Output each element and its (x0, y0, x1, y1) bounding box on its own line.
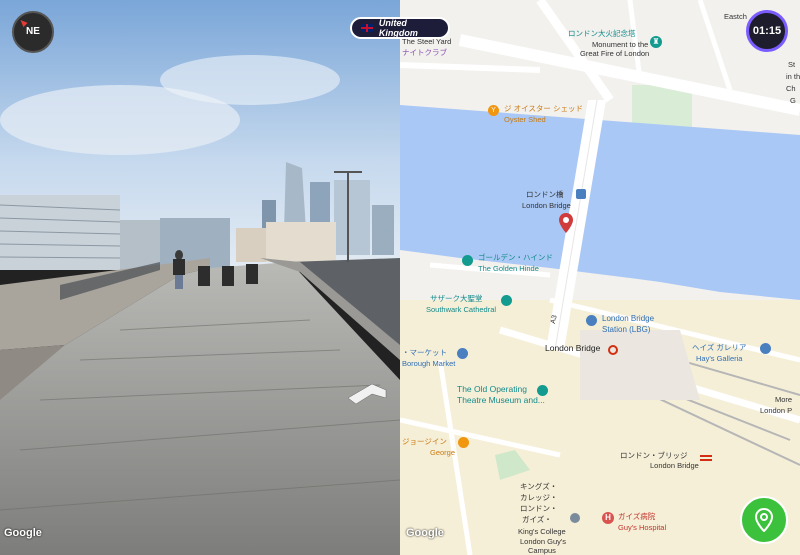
shopping-icon[interactable] (760, 343, 771, 354)
country-badge: United Kingdom (350, 17, 450, 39)
map-label-right-2: in th (786, 72, 800, 81)
map-label-bridge: London Bridge (522, 201, 571, 210)
map-label-more-1: More (775, 395, 793, 404)
map-label-tube: London Bridge (545, 343, 601, 353)
map-label-kings-jp-1: キングズ・ (520, 482, 558, 491)
map-label-station-1: London Bridge (602, 314, 655, 323)
map-label-more-2: London P (760, 406, 793, 415)
map-label-eastcheap: Eastch (724, 12, 747, 21)
map-label-oyster: Oyster Shed (504, 115, 546, 124)
map-label-hinde-jp: ゴールデン・ハインド (478, 253, 553, 262)
map-label-lbridge: London Bridge (650, 461, 699, 470)
map-label-kings-1: King's College (518, 527, 566, 536)
bar-2-icon[interactable] (458, 437, 469, 448)
compass[interactable]: NE (12, 11, 54, 53)
cathedral-icon[interactable] (501, 295, 512, 306)
uk-flag-icon (361, 24, 373, 32)
map-label-guys: Guy's Hospital (618, 523, 667, 532)
map-label-right-4: G (790, 96, 796, 105)
map-label-a3: A3 (549, 314, 559, 325)
map-tiles (400, 0, 800, 555)
google-logo: Google (4, 527, 42, 539)
map-label-george: George (430, 448, 456, 457)
map-label-kings-jp-4: ガイズ・ (522, 515, 552, 524)
map-label-right-1: St (788, 60, 796, 69)
map-label-operating-2: Theatre Museum and... (457, 395, 545, 405)
underground-icon[interactable] (608, 345, 618, 355)
map-label-guys-jp: ガイズ病院 (618, 512, 656, 521)
map-pin-icon (755, 508, 773, 532)
map-label-market: Borough Market (402, 359, 456, 368)
map-label-galleria-jp: ヘイズ ガレリア (692, 343, 747, 352)
map-label-right-3: Ch (786, 84, 796, 93)
location-pin-icon[interactable] (559, 213, 573, 233)
rail-icon[interactable] (700, 455, 712, 461)
country-name: United Kingdom (378, 18, 418, 38)
map-label-operating-1: The Old Operating (457, 384, 527, 394)
timer-value: 01:15 (752, 25, 782, 37)
map-label-kings-jp-2: カレッジ・ (520, 493, 558, 502)
bridge-landmark-icon[interactable] (576, 189, 586, 199)
map-label-bridge-jp: ロンドン橋 (526, 190, 564, 199)
guess-button[interactable] (740, 496, 788, 544)
map-label-kings-jp-3: ロンドン・ (520, 504, 558, 513)
map-label-market-jp: ・マーケット (402, 348, 447, 357)
map-google-logo: Google (406, 527, 444, 539)
museum-icon[interactable] (462, 255, 473, 266)
map-label-steel-yard-jp: ナイトクラブ (402, 48, 447, 57)
map-label-lbridge-jp: ロンドン・ブリッジ (620, 451, 688, 460)
map-label-hinde: The Golden Hinde (478, 264, 539, 273)
museum-2-icon[interactable] (537, 385, 548, 396)
compass-heading: NE (26, 26, 40, 37)
map-label-monument: Monument to the (592, 40, 649, 49)
street-view-panorama[interactable]: Google (0, 0, 400, 555)
guess-map[interactable]: The Steel Yard ナイトクラブ ロンドン大火記念塔 Monument… (400, 0, 800, 555)
map-label-monument-jp: ロンドン大火記念塔 (568, 29, 636, 38)
map-label-cathedral: Southwark Cathedral (426, 305, 497, 314)
market-icon[interactable] (457, 348, 468, 359)
map-label-galleria: Hay's Galleria (696, 354, 743, 363)
map-label-kings-2: London Guy's (520, 537, 567, 546)
map-label-george-jp: ジョージイン (402, 437, 447, 446)
round-timer: 01:15 (746, 10, 788, 52)
map-label-monument-2: Great Fire of London (580, 49, 650, 58)
school-icon[interactable] (570, 513, 580, 523)
hospital-icon[interactable]: H (602, 512, 614, 524)
map-label-oyster-jp: ジ オイスター シェッド (504, 104, 583, 113)
station-icon[interactable] (586, 315, 597, 326)
monument-icon[interactable]: ♜ (650, 36, 662, 48)
map-label-cathedral-jp: サザーク大聖堂 (430, 294, 483, 303)
map-label-station-2: Station (LBG) (602, 325, 651, 334)
map-label-kings-3: Campus (528, 546, 556, 555)
panorama-image (0, 0, 400, 555)
bar-icon[interactable]: Y (488, 105, 499, 116)
